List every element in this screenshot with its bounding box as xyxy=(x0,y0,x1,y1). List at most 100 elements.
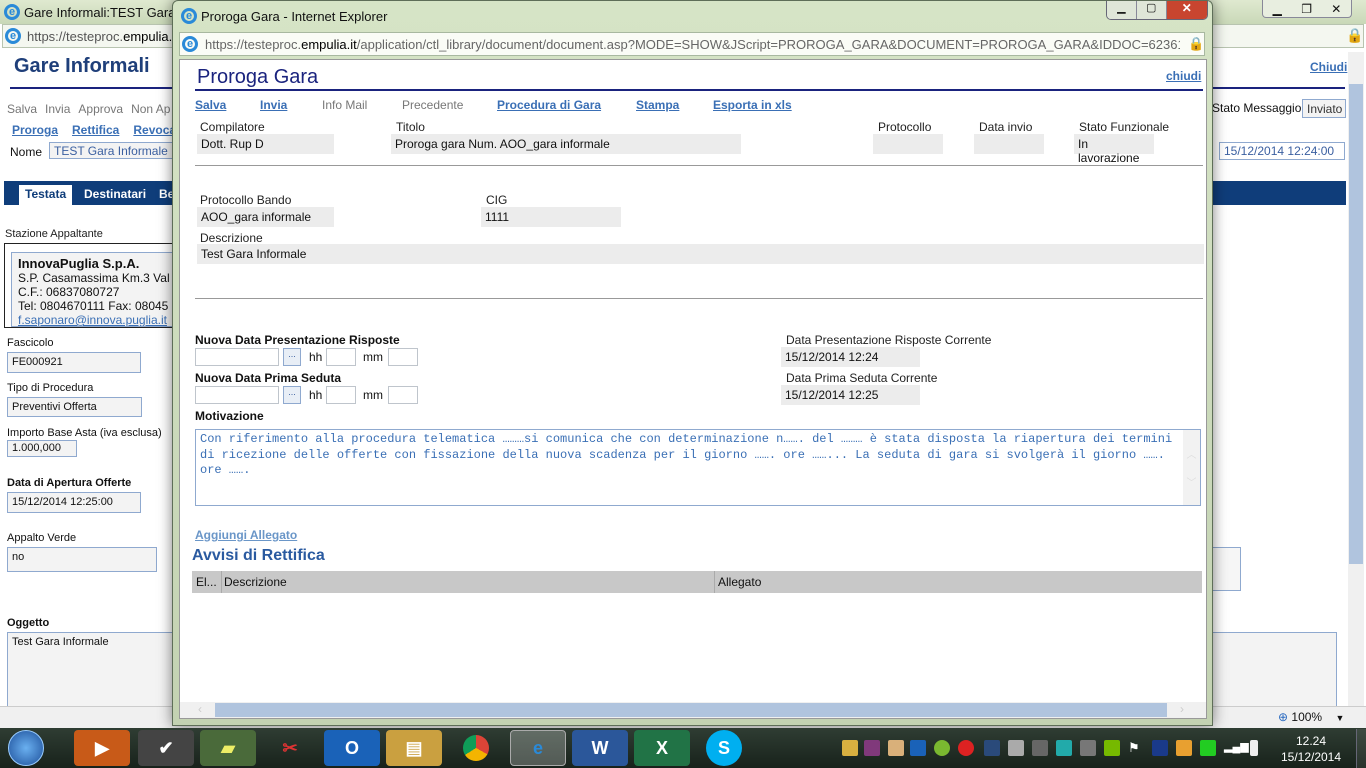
bg-chiudi-link[interactable]: Chiudi xyxy=(1310,60,1347,74)
stato-funzionale-label: Stato Funzionale xyxy=(1079,120,1170,134)
col-allegato[interactable]: Allegato xyxy=(718,575,761,589)
tray-monitor-icon[interactable] xyxy=(1152,740,1168,756)
procedura-di-gara-button[interactable]: Procedura di Gara xyxy=(497,98,601,112)
chevron-right-icon[interactable]: › xyxy=(1180,702,1184,716)
start-button[interactable] xyxy=(8,730,44,766)
titolo-label: Titolo xyxy=(396,120,425,134)
zoom-level[interactable]: ⊕ 100% ▼ xyxy=(1278,710,1344,724)
bg-salva-button[interactable]: Salva xyxy=(7,102,37,116)
tray-windows-update-icon[interactable] xyxy=(1176,740,1192,756)
taskbar-chrome-icon[interactable] xyxy=(448,730,504,766)
nome-field[interactable]: TEST Gara Informale xyxy=(49,142,179,159)
taskbar-word-icon[interactable]: W xyxy=(572,730,628,766)
importo-label: Importo Base Asta (iva esclusa) xyxy=(7,427,162,439)
nuova-data-risposte-input[interactable] xyxy=(195,348,279,366)
taskbar-tasks-icon[interactable]: ✔ xyxy=(138,730,194,766)
proroga-link[interactable]: Proroga xyxy=(12,123,58,137)
stazione-email-link[interactable]: f.saponaro@innova.puglia.it xyxy=(18,313,184,326)
textarea-scrollbar[interactable]: ︿ ﹀ xyxy=(1183,430,1200,505)
revoca-link[interactable]: Revoca xyxy=(133,123,176,137)
nuova-data-risposte-label: Nuova Data Presentazione Risposte xyxy=(195,333,400,347)
chevron-left-icon[interactable]: ‹ xyxy=(198,702,202,716)
tray-app-icon[interactable] xyxy=(1056,740,1072,756)
bg-window-controls[interactable]: ▁ ❐ ✕ xyxy=(1262,0,1352,18)
nuova-data-seduta-mm[interactable] xyxy=(388,386,418,404)
motivazione-textarea[interactable]: Con riferimento alla procedura telematic… xyxy=(195,429,1201,506)
bg-invia-button[interactable]: Invia xyxy=(45,102,70,116)
protocollo-value xyxy=(873,134,943,154)
url-path: /application/ctl_library/document/docume… xyxy=(356,37,1180,52)
tray-sync-icon[interactable] xyxy=(1200,740,1216,756)
restore-icon[interactable]: ❐ xyxy=(1301,2,1312,16)
tray-network-drive-icon[interactable] xyxy=(1080,740,1096,756)
divider xyxy=(195,89,1203,91)
data-invio-value xyxy=(974,134,1044,154)
tray-check-icon[interactable] xyxy=(934,740,950,756)
bg-toolbar: Salva Invia Approva Non Ap xyxy=(7,102,170,116)
appalto-verde-field: no xyxy=(7,547,157,572)
popup-horizontal-scrollbar[interactable]: ‹ › xyxy=(180,702,1206,718)
close-icon[interactable]: ✕ xyxy=(1331,2,1341,16)
tipo-procedura-field: Preventivi Offerta xyxy=(7,397,142,417)
bg-date-field[interactable]: 15/12/2014 12:24:00 xyxy=(1219,142,1345,160)
minimize-icon[interactable]: ▁ xyxy=(1273,2,1282,16)
esporta-xls-button[interactable]: Esporta in xls xyxy=(713,98,792,112)
chiudi-link[interactable]: chiudi xyxy=(1166,69,1201,83)
show-desktop-button[interactable] xyxy=(1356,729,1366,768)
bg-vertical-scrollbar[interactable] xyxy=(1348,52,1364,706)
tray-volume-muted-icon[interactable] xyxy=(958,740,974,756)
taskbar-skype-icon[interactable]: S xyxy=(706,730,742,766)
stato-messaggio-field: Inviato xyxy=(1302,99,1346,118)
bg-page-title: Gare Informali xyxy=(14,55,150,77)
bg-non-approva-button[interactable]: Non Ap xyxy=(131,102,170,116)
tray-shield-icon[interactable] xyxy=(842,740,858,756)
date-picker-button[interactable]: ... xyxy=(283,386,301,404)
popup-address-bar[interactable]: e https://testeproc.empulia.it/applicati… xyxy=(179,32,1205,56)
tab-destinatari[interactable]: Destinatari xyxy=(84,187,146,201)
tray-onenote-icon[interactable] xyxy=(864,740,880,756)
descrizione-value: Test Gara Informale xyxy=(197,244,1204,264)
taskbar-clock[interactable]: 12.24 15/12/2014 xyxy=(1276,733,1346,765)
tray-device-icon[interactable] xyxy=(1032,740,1048,756)
nuova-data-seduta-input[interactable] xyxy=(195,386,279,404)
taskbar-media-icon[interactable]: ▶ xyxy=(74,730,130,766)
tray-flag-icon[interactable]: ⚑ xyxy=(1128,740,1144,756)
taskbar-excel-icon[interactable]: X xyxy=(634,730,690,766)
chevron-down-icon[interactable]: ▼ xyxy=(1335,713,1344,723)
date-picker-button[interactable]: ... xyxy=(283,348,301,366)
tray-mail-icon[interactable] xyxy=(888,740,904,756)
motivazione-text: Con riferimento alla procedura telematic… xyxy=(200,432,1173,477)
nuova-data-risposte-mm[interactable] xyxy=(388,348,418,366)
nuova-data-risposte-hh[interactable] xyxy=(326,348,356,366)
popup-page-title: Proroga Gara xyxy=(197,66,319,88)
protocollo-bando-label: Protocollo Bando xyxy=(200,193,292,207)
col-descrizione[interactable]: Descrizione xyxy=(224,575,287,589)
tray-outlook-icon[interactable] xyxy=(910,740,926,756)
aggiungi-allegato-link[interactable]: Aggiungi Allegato xyxy=(195,528,297,542)
taskbar-explorer-icon[interactable]: ▤ xyxy=(386,730,442,766)
tipo-procedura-label: Tipo di Procedura xyxy=(7,382,94,394)
taskbar-outlook-icon[interactable]: O xyxy=(324,730,380,766)
tray-battery-icon[interactable] xyxy=(1250,740,1258,756)
titolo-value: Proroga gara Num. AOO_gara informale xyxy=(391,134,741,154)
taskbar-snipping-icon[interactable]: ✂ xyxy=(262,730,318,766)
tray-display-icon[interactable] xyxy=(984,740,1000,756)
tray-nvidia-icon[interactable] xyxy=(1104,740,1120,756)
taskbar-ie-icon[interactable]: e xyxy=(510,730,566,766)
ie-icon: e xyxy=(182,36,198,52)
stampa-button[interactable]: Stampa xyxy=(636,98,679,112)
maximize-button[interactable]: ▢ xyxy=(1135,1,1166,19)
salva-button[interactable]: Salva xyxy=(195,98,226,112)
minimize-button[interactable]: ▁ xyxy=(1107,1,1136,19)
tray-printer-icon[interactable] xyxy=(1008,740,1024,756)
popup-window: e Proroga Gara - Internet Explorer ▁ ▢ ✕… xyxy=(172,0,1213,726)
col-el[interactable]: El... xyxy=(196,575,217,589)
close-button[interactable]: ✕ xyxy=(1165,1,1207,19)
invia-button[interactable]: Invia xyxy=(260,98,287,112)
rettifica-link[interactable]: Rettifica xyxy=(72,123,119,137)
tab-testata[interactable]: Testata xyxy=(19,185,73,205)
nuova-data-seduta-hh[interactable] xyxy=(326,386,356,404)
bg-approva-button[interactable]: Approva xyxy=(78,102,123,116)
taskbar-sticky-notes-icon[interactable]: ▰ xyxy=(200,730,256,766)
tray-signal-icon[interactable]: ▂▄▆ xyxy=(1224,740,1249,756)
